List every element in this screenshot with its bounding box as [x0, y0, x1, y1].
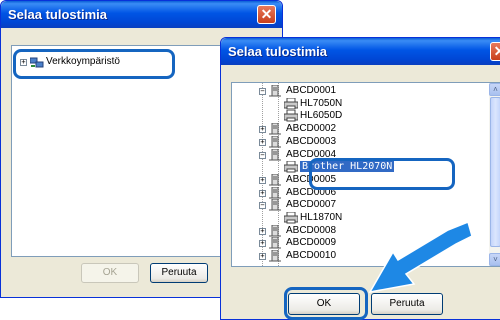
expand-icon[interactable]: +	[259, 253, 266, 261]
ok-highlight	[284, 287, 368, 320]
tree-item-label: ABCD0010	[286, 250, 337, 262]
tree-item-label: ABCD0001	[286, 85, 337, 96]
tree-item-server[interactable]: + ABCD0010	[232, 250, 487, 263]
network-highlight	[13, 49, 175, 79]
collapse-icon[interactable]: −	[259, 88, 266, 95]
selected-printer-highlight	[309, 158, 455, 190]
ok-button[interactable]: OK	[81, 263, 139, 283]
tree-item-printer[interactable]: HL6050D	[232, 110, 487, 123]
tree-item-server[interactable]: + ABCD0008	[232, 224, 487, 238]
printer-icon	[284, 110, 298, 122]
tree-item-label: ABCD0003	[286, 135, 337, 147]
printer-icon	[284, 212, 298, 224]
tree-item-label: HL7050N	[300, 97, 343, 109]
server-icon	[269, 173, 281, 186]
window-title: Selaa tulostimia	[228, 44, 327, 59]
tree-item-label: HL6050D	[300, 110, 343, 122]
tree-item-label: ABCD0002	[286, 123, 337, 135]
scroll-up-button[interactable]: ˄	[489, 83, 500, 96]
vertical-scrollbar[interactable]: ˄ ˅	[489, 83, 500, 266]
title-bar[interactable]: Selaa tulostimia ✕	[221, 38, 500, 65]
title-bar[interactable]: Selaa tulostimia ✕	[1, 1, 282, 28]
cancel-button[interactable]: Peruuta	[371, 293, 443, 315]
tree-item-server[interactable]: + ABCD0009	[232, 237, 487, 250]
expand-icon[interactable]: +	[259, 240, 266, 248]
close-button[interactable]: ✕	[257, 5, 276, 24]
server-icon	[269, 224, 281, 237]
tree-item-server[interactable]: − ABCD0007	[232, 199, 487, 212]
tree-item-server[interactable]: − ABCD0001	[232, 85, 487, 98]
browse-printers-window-front: Selaa tulostimia ✕ − ABCD0001 HL7050N HL605…	[220, 37, 500, 320]
tree-item-server[interactable]: + ABCD0002	[232, 123, 487, 136]
server-icon	[269, 199, 281, 211]
expand-icon[interactable]: +	[259, 227, 266, 235]
cancel-button[interactable]: Peruuta	[150, 263, 208, 283]
collapse-icon[interactable]: −	[259, 202, 266, 210]
tree-item-label: HL1870N	[300, 212, 343, 223]
expand-icon[interactable]: +	[259, 189, 266, 197]
server-icon	[269, 123, 281, 135]
close-button[interactable]: ✕	[490, 42, 500, 61]
server-icon	[269, 250, 281, 262]
expand-icon[interactable]: +	[259, 176, 266, 184]
tree-item-label: ABCD0007	[286, 199, 337, 211]
tree-item-printer[interactable]: HL1870N	[232, 212, 487, 225]
tree-item-printer[interactable]: HL7050N	[232, 97, 487, 111]
server-icon	[269, 237, 281, 249]
window-title: Selaa tulostimia	[8, 7, 107, 22]
scroll-down-button[interactable]: ˅	[489, 253, 500, 266]
collapse-icon[interactable]: −	[259, 151, 266, 159]
server-icon	[269, 85, 281, 97]
scroll-thumb[interactable]	[490, 97, 500, 247]
printer-icon	[284, 161, 298, 173]
expand-icon[interactable]: +	[259, 126, 266, 134]
tree-item-label: ABCD0009	[286, 237, 337, 249]
tree-item-label: ABCD0008	[286, 224, 337, 236]
server-icon	[269, 186, 281, 199]
tree-item-server[interactable]: + ABCD0003	[232, 135, 487, 149]
expand-icon[interactable]: +	[259, 138, 266, 146]
server-icon	[269, 135, 281, 148]
printer-icon	[284, 97, 298, 110]
server-icon	[269, 148, 281, 160]
